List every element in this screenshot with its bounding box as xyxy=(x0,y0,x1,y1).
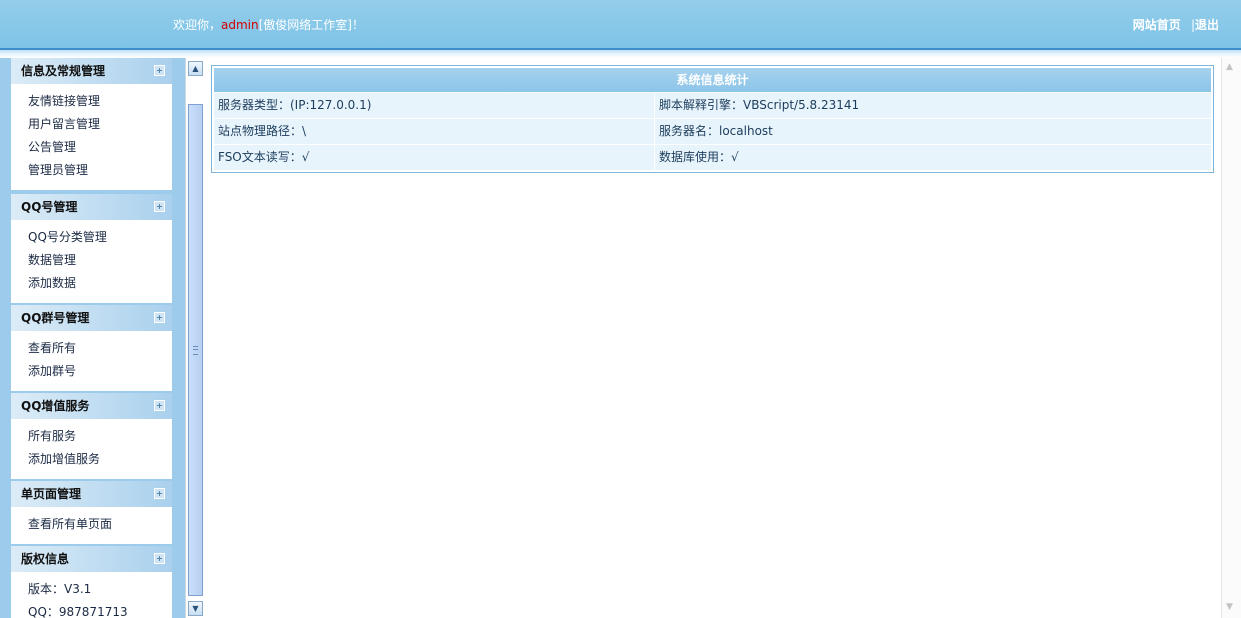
expand-icon[interactable] xyxy=(154,201,165,212)
top-links: 网站首页 |退出 xyxy=(1133,16,1219,33)
welcome-suffix: ！ xyxy=(352,18,365,32)
menu-item-qq-categories[interactable]: QQ号分类管理 xyxy=(28,226,172,249)
menu-group-qq-groups: QQ群号管理 查看所有 添加群号 xyxy=(11,305,172,391)
menu-group-general: 信息及常规管理 友情链接管理 用户留言管理 公告管理 管理员管理 xyxy=(11,58,172,190)
expand-icon[interactable] xyxy=(154,312,165,323)
menu-header-copyright[interactable]: 版权信息 xyxy=(11,546,172,572)
expand-icon[interactable] xyxy=(154,488,165,499)
system-info-table: 系统信息统计 服务器类型：(IP:127.0.0.1) 脚本解释引擎：VBScr… xyxy=(211,65,1214,173)
menu-header-single-page[interactable]: 单页面管理 xyxy=(11,481,172,507)
menu-header-label: 版权信息 xyxy=(21,552,70,566)
table-row: 站点物理路径：\ 服务器名：localhost xyxy=(214,119,1211,144)
sidebar-scrollbar[interactable]: ▲ ▼ xyxy=(185,58,204,618)
welcome-prefix: 欢迎你， xyxy=(173,18,222,32)
menu-header-qq[interactable]: QQ号管理 xyxy=(11,194,172,220)
menu-item-view-all[interactable]: 查看所有 xyxy=(28,337,172,360)
menu-group-single-page: 单页面管理 查看所有单页面 xyxy=(11,481,172,544)
welcome-message: 欢迎你，admin[傲俊网络工作室]！ xyxy=(173,16,364,33)
menu-item-add-service[interactable]: 添加增值服务 xyxy=(28,448,172,471)
fso-status: FSO文本读写：√ xyxy=(214,145,654,170)
username: admin xyxy=(221,18,259,32)
menu-item-user-messages[interactable]: 用户留言管理 xyxy=(28,113,172,136)
server-name: 服务器名：localhost xyxy=(655,119,1211,144)
menu-item-all-pages[interactable]: 查看所有单页面 xyxy=(28,513,172,536)
menu-group-qq-services: QQ增值服务 所有服务 添加增值服务 xyxy=(11,393,172,479)
grip-icon xyxy=(193,346,198,355)
system-info-title: 系统信息统计 xyxy=(214,68,1211,92)
page-scrollbar[interactable]: ▲ ▼ xyxy=(1221,58,1241,618)
top-header: 欢迎你，admin[傲俊网络工作室]！ 网站首页 |退出 xyxy=(0,0,1241,48)
menu-header-label: 信息及常规管理 xyxy=(21,64,106,78)
sidebar: 信息及常规管理 友情链接管理 用户留言管理 公告管理 管理员管理 QQ号管理 Q… xyxy=(0,58,185,618)
database-status: 数据库使用：√ xyxy=(655,145,1211,170)
scroll-up-icon[interactable]: ▲ xyxy=(188,61,203,76)
server-type: 服务器类型：(IP:127.0.0.1) xyxy=(214,93,654,118)
menu-header-qq-groups[interactable]: QQ群号管理 xyxy=(11,305,172,331)
version-info: 版本：V3.1 xyxy=(28,582,92,596)
menu-item-announcements[interactable]: 公告管理 xyxy=(28,136,172,159)
menu-group-qq: QQ号管理 QQ号分类管理 数据管理 添加数据 xyxy=(11,194,172,303)
scroll-thumb[interactable] xyxy=(188,104,203,596)
menu-item-add-group[interactable]: 添加群号 xyxy=(28,360,172,383)
table-row: FSO文本读写：√ 数据库使用：√ xyxy=(214,145,1211,170)
page-scroll-down-icon[interactable]: ▼ xyxy=(1226,602,1233,612)
expand-icon[interactable] xyxy=(154,65,165,76)
main-content: 系统信息统计 服务器类型：(IP:127.0.0.1) 脚本解释引擎：VBScr… xyxy=(204,58,1220,618)
menu-header-label: QQ号管理 xyxy=(21,200,78,214)
menu-header-label: QQ增值服务 xyxy=(21,399,90,413)
menu-item-admins[interactable]: 管理员管理 xyxy=(28,159,172,182)
physical-path: 站点物理路径：\ xyxy=(214,119,654,144)
menu-group-copyright: 版权信息 版本：V3.1 QQ：987871713 xyxy=(11,546,172,618)
menu-header-qq-services[interactable]: QQ增值服务 xyxy=(11,393,172,419)
org-name: [傲俊网络工作室] xyxy=(258,18,352,32)
menu-item-data-management[interactable]: 数据管理 xyxy=(28,249,172,272)
qq-contact: QQ：987871713 xyxy=(28,605,128,618)
scroll-down-icon[interactable]: ▼ xyxy=(188,601,203,616)
menu-header-general[interactable]: 信息及常规管理 xyxy=(11,58,172,84)
home-link[interactable]: 网站首页 xyxy=(1133,18,1181,32)
table-row: 服务器类型：(IP:127.0.0.1) 脚本解释引擎：VBScript/5.8… xyxy=(214,93,1211,118)
menu-item-all-services[interactable]: 所有服务 xyxy=(28,425,172,448)
script-engine: 脚本解释引擎：VBScript/5.8.23141 xyxy=(655,93,1211,118)
menu-item-add-data[interactable]: 添加数据 xyxy=(28,272,172,295)
expand-icon[interactable] xyxy=(154,400,165,411)
menu-header-label: QQ群号管理 xyxy=(21,311,90,325)
header-divider xyxy=(0,48,1241,58)
expand-icon[interactable] xyxy=(154,553,165,564)
logout-link[interactable]: 退出 xyxy=(1195,18,1219,32)
menu-header-label: 单页面管理 xyxy=(21,487,82,501)
menu-item-friend-links[interactable]: 友情链接管理 xyxy=(28,90,172,113)
page-scroll-up-icon[interactable]: ▲ xyxy=(1226,62,1233,72)
